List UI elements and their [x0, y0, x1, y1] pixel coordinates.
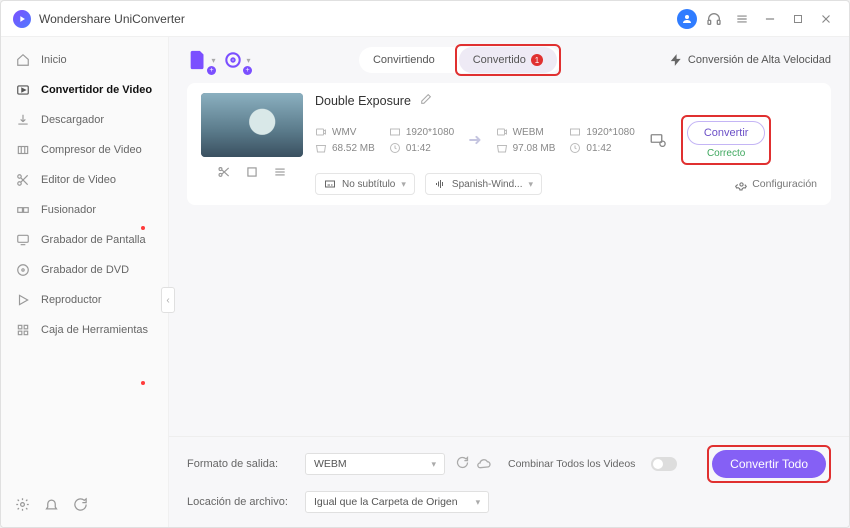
merge-label: Combinar Todos los Videos — [508, 458, 635, 470]
sidebar-label: Grabador de Pantalla — [41, 234, 146, 246]
sidebar-item-merger[interactable]: Fusionador — [1, 195, 168, 225]
download-icon — [15, 112, 31, 128]
refresh-icon[interactable] — [455, 455, 470, 474]
converter-icon — [15, 82, 31, 98]
output-format-label: Formato de salida: — [187, 458, 295, 470]
close-icon[interactable] — [815, 8, 837, 30]
sidebar-label: Convertidor de Video — [41, 84, 152, 96]
output-location-select[interactable]: Igual que la Carpeta de Origen▾ — [305, 491, 489, 513]
sidebar-label: Inicio — [41, 54, 67, 66]
audio-dropdown[interactable]: Spanish-Wind...▾ — [425, 173, 542, 195]
status-label: Correcto — [707, 148, 745, 159]
tab-converted[interactable]: Convertido1 — [459, 47, 557, 73]
chevron-down-icon: ▾ — [212, 56, 216, 65]
menu-icon[interactable] — [731, 8, 753, 30]
sidebar-item-dvd-burner[interactable]: Grabador de DVD — [1, 255, 168, 285]
sidebar-item-editor[interactable]: Editor de Video — [1, 165, 168, 195]
converted-badge: 1 — [531, 54, 543, 66]
cloud-icon[interactable] — [476, 455, 492, 474]
highlight-convert-all: Convertir Todo — [707, 445, 831, 483]
sidebar-label: Fusionador — [41, 204, 96, 216]
chevron-down-icon: ▾ — [401, 179, 406, 190]
merge-icon — [15, 202, 31, 218]
sidebar-label: Compresor de Video — [41, 144, 142, 156]
sidebar-item-converter[interactable]: Convertidor de Video — [1, 75, 168, 105]
output-format-select[interactable]: WEBM▾ — [305, 453, 445, 475]
tab-converting[interactable]: Convirtiendo — [359, 47, 449, 73]
bell-icon[interactable] — [44, 497, 59, 517]
app-title: Wondershare UniConverter — [39, 12, 185, 26]
feedback-icon[interactable] — [73, 497, 88, 517]
settings-icon[interactable] — [15, 497, 30, 517]
highlight-convert: Convertir Correcto — [681, 115, 772, 165]
sidebar-label: Reproductor — [41, 294, 102, 306]
sidebar-label: Caja de Herramientas — [41, 324, 148, 336]
convert-all-button[interactable]: Convertir Todo — [712, 450, 826, 478]
crop-icon[interactable] — [243, 163, 261, 181]
play-icon — [15, 292, 31, 308]
chevron-down-icon: ▾ — [431, 459, 436, 470]
sidebar-label: Grabador de DVD — [41, 264, 129, 276]
high-speed-toggle[interactable]: Conversión de Alta Velocidad — [669, 53, 831, 67]
chevron-down-icon: ▾ — [529, 179, 534, 190]
more-icon[interactable] — [271, 163, 289, 181]
convert-button[interactable]: Convertir — [687, 121, 766, 145]
sidebar-label: Editor de Video — [41, 174, 116, 186]
maximize-icon[interactable] — [787, 8, 809, 30]
merge-toggle[interactable] — [651, 457, 677, 471]
home-icon — [15, 52, 31, 68]
output-settings-icon[interactable] — [649, 131, 667, 149]
trim-icon[interactable] — [215, 163, 233, 181]
sidebar-item-player[interactable]: Reproductor — [1, 285, 168, 315]
sidebar-label: Descargador — [41, 114, 104, 126]
sidebar-item-downloader[interactable]: Descargador — [1, 105, 168, 135]
arrow-icon: ➜ — [468, 130, 481, 150]
sidebar: Inicio Convertidor de Video Descargador … — [1, 37, 169, 527]
file-name: Double Exposure — [315, 94, 411, 108]
disc-icon — [15, 262, 31, 278]
notification-dot — [141, 226, 145, 230]
compress-icon — [15, 142, 31, 158]
sidebar-item-compressor[interactable]: Compresor de Video — [1, 135, 168, 165]
chevron-down-icon: ▾ — [476, 497, 481, 508]
sidebar-item-toolbox[interactable]: Caja de Herramientas — [1, 315, 168, 345]
user-avatar-icon[interactable] — [677, 9, 697, 29]
sidebar-item-home[interactable]: Inicio — [1, 45, 168, 75]
chevron-down-icon: ▾ — [246, 56, 250, 65]
output-location-label: Locación de archivo: — [187, 496, 295, 508]
scissors-icon — [15, 172, 31, 188]
headset-icon[interactable] — [703, 8, 725, 30]
config-link[interactable]: Configuración — [735, 178, 817, 191]
subtitle-dropdown[interactable]: No subtítulo▾ — [315, 173, 415, 195]
edit-name-icon[interactable] — [419, 93, 432, 109]
add-file-button[interactable]: +▾ — [187, 46, 215, 74]
grid-icon — [15, 322, 31, 338]
notification-dot — [141, 381, 145, 385]
add-disc-button[interactable]: +▾ — [223, 46, 251, 74]
app-logo — [13, 10, 31, 28]
minimize-icon[interactable] — [759, 8, 781, 30]
file-card: Double Exposure WMV 68.52 MB 1920*1080 0… — [187, 83, 831, 205]
screen-icon — [15, 232, 31, 248]
highlight-converted-tab: Convertido1 — [455, 44, 561, 76]
video-thumbnail[interactable] — [201, 93, 303, 157]
collapse-sidebar[interactable]: ‹ — [161, 287, 175, 313]
